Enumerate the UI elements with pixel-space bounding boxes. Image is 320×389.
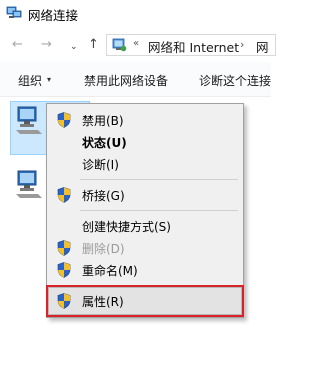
menu-item-delete[interactable]: 删除(D) bbox=[47, 237, 237, 259]
menu-item-diagnose[interactable]: 诊断(I) bbox=[47, 153, 237, 175]
forward-button[interactable]: → bbox=[41, 37, 52, 53]
menu-separator bbox=[80, 179, 238, 180]
uac-shield-icon bbox=[57, 112, 71, 128]
menu-item-label: 桥接(G) bbox=[82, 189, 125, 203]
menu-item-label: 重命名(M) bbox=[82, 264, 138, 278]
menu-item-label: 删除(D) bbox=[82, 242, 125, 256]
uac-shield-icon bbox=[57, 262, 71, 278]
network-connections-icon bbox=[6, 6, 22, 18]
menu-separator bbox=[80, 210, 238, 211]
recent-locations-button[interactable]: ⌄ bbox=[70, 39, 78, 55]
address-segment[interactable]: 网络和 Internet bbox=[148, 37, 239, 56]
menu-item-bridge[interactable]: 桥接(G) bbox=[47, 184, 237, 206]
address-segment-partial[interactable]: 网 bbox=[256, 37, 269, 56]
window-title: 网络连接 bbox=[28, 8, 79, 23]
back-button[interactable]: ← bbox=[12, 37, 23, 53]
network-adapter-icon[interactable] bbox=[14, 168, 44, 200]
menu-item-label: 诊断(I) bbox=[82, 158, 119, 172]
uac-shield-icon bbox=[57, 240, 71, 256]
disable-device-button[interactable]: 禁用此网络设备 bbox=[84, 72, 168, 89]
menu-item-disable[interactable]: 禁用(B) bbox=[47, 109, 237, 131]
uac-shield-icon bbox=[57, 187, 71, 203]
menu-item-rename[interactable]: 重命名(M) bbox=[47, 259, 237, 281]
title-bar: 网络连接 bbox=[0, 0, 271, 30]
network-adapter-icon[interactable] bbox=[14, 104, 44, 136]
explorer-window: 网络连接 ← → ⌄ ↑ « 网络和 Internet › 网 组织 ▾ 禁用此… bbox=[0, 0, 276, 389]
menu-item-create-shortcut[interactable]: 创建快捷方式(S) bbox=[47, 215, 237, 237]
control-panel-icon bbox=[112, 38, 127, 52]
highlight-annotation-box bbox=[46, 285, 244, 317]
organize-button[interactable]: 组织 bbox=[18, 72, 42, 89]
menu-item-label: 状态(U) bbox=[82, 136, 127, 150]
diagnose-connection-button[interactable]: 诊断这个连接 bbox=[199, 72, 271, 89]
organize-dropdown-icon[interactable]: ▾ bbox=[47, 75, 51, 84]
address-overflow-icon[interactable]: « bbox=[133, 38, 139, 49]
menu-item-label: 创建快捷方式(S) bbox=[82, 220, 171, 234]
menu-item-status[interactable]: 状态(U) bbox=[47, 131, 237, 153]
menu-item-label: 禁用(B) bbox=[82, 114, 124, 128]
up-button[interactable]: ↑ bbox=[88, 37, 99, 53]
address-separator-icon[interactable]: › bbox=[240, 38, 244, 51]
